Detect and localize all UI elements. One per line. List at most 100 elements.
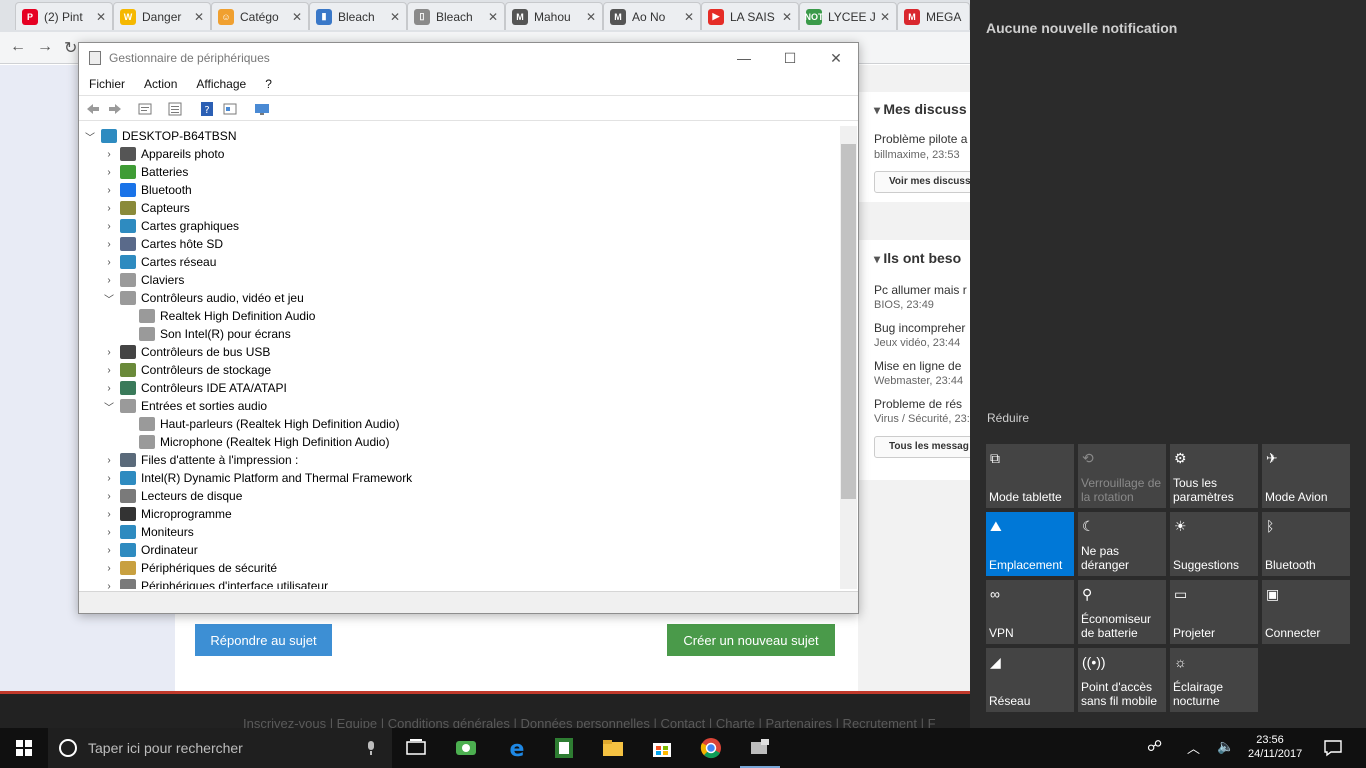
quick-action-tile[interactable]: ⧉ Mode tablette	[986, 444, 1074, 508]
device-category[interactable]: › Lecteurs de disque	[102, 487, 242, 505]
device-category[interactable]: › Microprogramme	[102, 505, 232, 523]
reduce-link[interactable]: Réduire	[987, 411, 1029, 425]
quick-action-tile[interactable]: ⚲ Économiseur de batterie	[1078, 580, 1166, 644]
browser-tab[interactable]: P (2) Pint ✕	[15, 2, 113, 30]
chevron-right-icon[interactable]: ›	[102, 257, 116, 268]
browser-tab[interactable]: W Danger ✕	[113, 2, 211, 30]
quick-action-tile[interactable]: ▭ Projeter	[1170, 580, 1258, 644]
windows-start-icon[interactable]	[0, 728, 48, 768]
tab-close-icon[interactable]: ✕	[96, 10, 106, 24]
device-category[interactable]: › Moniteurs	[102, 523, 194, 541]
tab-close-icon[interactable]: ✕	[488, 10, 498, 24]
device-category[interactable]: › Cartes réseau	[102, 253, 216, 271]
need-item-title[interactable]: Probleme de rés	[874, 397, 962, 411]
browser-tab[interactable]: ▶ LA SAIS ✕	[701, 2, 799, 30]
chevron-right-icon[interactable]: ›	[102, 167, 116, 178]
taskbar-time[interactable]: 23:56	[1248, 732, 1292, 748]
device-category[interactable]: › Intel(R) Dynamic Platform and Thermal F…	[102, 469, 412, 487]
quick-action-tile[interactable]: ⛰ Emplacement	[986, 512, 1074, 576]
device-category[interactable]: › Contrôleurs IDE ATA/ATAPI	[102, 379, 287, 397]
scrollbar-thumb[interactable]	[841, 144, 856, 499]
device-category[interactable]: ﹀ Contrôleurs audio, vidéo et jeu	[102, 289, 304, 307]
device-manager-titlebar[interactable]: Gestionnaire de périphériques — ☐ ✕	[79, 43, 858, 73]
file-explorer-icon[interactable]	[601, 736, 625, 760]
help-icon[interactable]: ?	[199, 101, 215, 117]
device-category[interactable]: › Capteurs	[102, 199, 190, 217]
chevron-right-icon[interactable]: ›	[102, 527, 116, 538]
chevron-right-icon[interactable]: ›	[102, 365, 116, 376]
chevron-right-icon[interactable]: ›	[102, 275, 116, 286]
reload-icon[interactable]: ↻	[64, 38, 77, 58]
need-item-title[interactable]: Mise en ligne de	[874, 359, 961, 373]
device-category[interactable]: › Contrôleurs de bus USB	[102, 343, 270, 361]
tab-close-icon[interactable]: ✕	[880, 10, 890, 24]
device-category[interactable]: › Ordinateur	[102, 541, 198, 559]
menu-affichage[interactable]: Affichage	[196, 77, 246, 91]
quick-action-tile[interactable]: ⟲ Verrouillage de la rotation	[1078, 444, 1166, 508]
device-category[interactable]: › Batteries	[102, 163, 188, 181]
tab-close-icon[interactable]: ✕	[684, 10, 694, 24]
device-category[interactable]: › Cartes graphiques	[102, 217, 239, 235]
quick-action-tile[interactable]: ◢ Réseau	[986, 648, 1074, 712]
properties-icon[interactable]	[137, 101, 153, 117]
cloud-app-icon[interactable]	[454, 736, 478, 760]
chevron-right-icon[interactable]: ›	[102, 239, 116, 250]
quick-action-tile[interactable]: ☼ Éclairage nocturne	[1170, 648, 1258, 712]
chevron-down-icon[interactable]: ﹀	[83, 129, 97, 144]
back-icon[interactable]: ←	[10, 38, 26, 56]
chevron-right-icon[interactable]: ›	[102, 383, 116, 394]
need-item-title[interactable]: Bug incompreher	[874, 321, 965, 335]
minimize-icon[interactable]: —	[729, 48, 759, 68]
device-category[interactable]: › Bluetooth	[102, 181, 192, 199]
device-item[interactable]: Microphone (Realtek High Definition Audi…	[139, 433, 389, 451]
tab-close-icon[interactable]: ✕	[194, 10, 204, 24]
discussion-item[interactable]: Problème pilote a	[874, 132, 967, 146]
scan-view-icon[interactable]	[222, 101, 238, 117]
back-arrow-icon[interactable]	[85, 101, 101, 117]
chevron-right-icon[interactable]: ›	[102, 347, 116, 358]
quick-action-tile[interactable]: ⚙ Tous les paramètres	[1170, 444, 1258, 508]
list-view-icon[interactable]	[167, 101, 183, 117]
chevron-right-icon[interactable]: ›	[102, 221, 116, 232]
tab-close-icon[interactable]: ✕	[292, 10, 302, 24]
new-topic-button[interactable]: Créer un nouveau sujet	[667, 624, 835, 656]
microphone-icon[interactable]	[364, 740, 378, 756]
browser-tab[interactable]: ▯ Bleach ✕	[407, 2, 505, 30]
device-category[interactable]: › Périphériques de sécurité	[102, 559, 277, 577]
menu-fichier[interactable]: Fichier	[89, 77, 125, 91]
tree-root[interactable]: ﹀ DESKTOP-B64TBSN	[83, 127, 236, 145]
quick-action-tile[interactable]: ∞ VPN	[986, 580, 1074, 644]
device-category[interactable]: › Contrôleurs de stockage	[102, 361, 271, 379]
store-icon[interactable]	[650, 736, 674, 760]
tab-close-icon[interactable]: ✕	[390, 10, 400, 24]
device-item[interactable]: Son Intel(R) pour écrans	[139, 325, 291, 343]
chevron-right-icon[interactable]: ›	[102, 491, 116, 502]
chevron-right-icon[interactable]: ›	[102, 581, 116, 590]
taskbar-search-box[interactable]: Taper ici pour rechercher	[48, 728, 392, 768]
chevron-right-icon[interactable]: ›	[102, 545, 116, 556]
quick-action-tile[interactable]: ☀ Suggestions	[1170, 512, 1258, 576]
browser-tab[interactable]: ☺ Catégo ✕	[211, 2, 309, 30]
device-category[interactable]: ﹀ Entrées et sorties audio	[102, 397, 267, 415]
menu-action[interactable]: Action	[144, 77, 177, 91]
tree-scrollbar[interactable]	[840, 126, 857, 589]
chevron-right-icon[interactable]: ›	[102, 149, 116, 160]
device-category[interactable]: › Files d'attente à l'impression :	[102, 451, 298, 469]
chevron-right-icon[interactable]: ›	[102, 185, 116, 196]
need-item-title[interactable]: Pc allumer mais r	[874, 283, 967, 297]
tab-close-icon[interactable]: ✕	[586, 10, 596, 24]
forward-arrow-icon[interactable]	[107, 101, 123, 117]
notification-icon[interactable]	[1323, 739, 1343, 757]
browser-tab[interactable]: M Mahou ✕	[505, 2, 603, 30]
device-item[interactable]: Haut-parleurs (Realtek High Definition A…	[139, 415, 399, 433]
device-category[interactable]: › Périphériques d'interface utilisateur	[102, 577, 328, 589]
browser-tab[interactable]: M Ao No ✕	[603, 2, 701, 30]
quick-action-tile[interactable]: ᛒ Bluetooth	[1262, 512, 1350, 576]
browser-tab[interactable]: ▮ Bleach ✕	[309, 2, 407, 30]
volume-icon[interactable]: 🔈	[1217, 738, 1234, 755]
reply-button[interactable]: Répondre au sujet	[195, 624, 332, 656]
close-icon[interactable]: ✕	[821, 48, 851, 68]
chevron-right-icon[interactable]: ›	[102, 473, 116, 484]
chevron-right-icon[interactable]: ›	[102, 455, 116, 466]
menu-help[interactable]: ?	[265, 77, 272, 91]
